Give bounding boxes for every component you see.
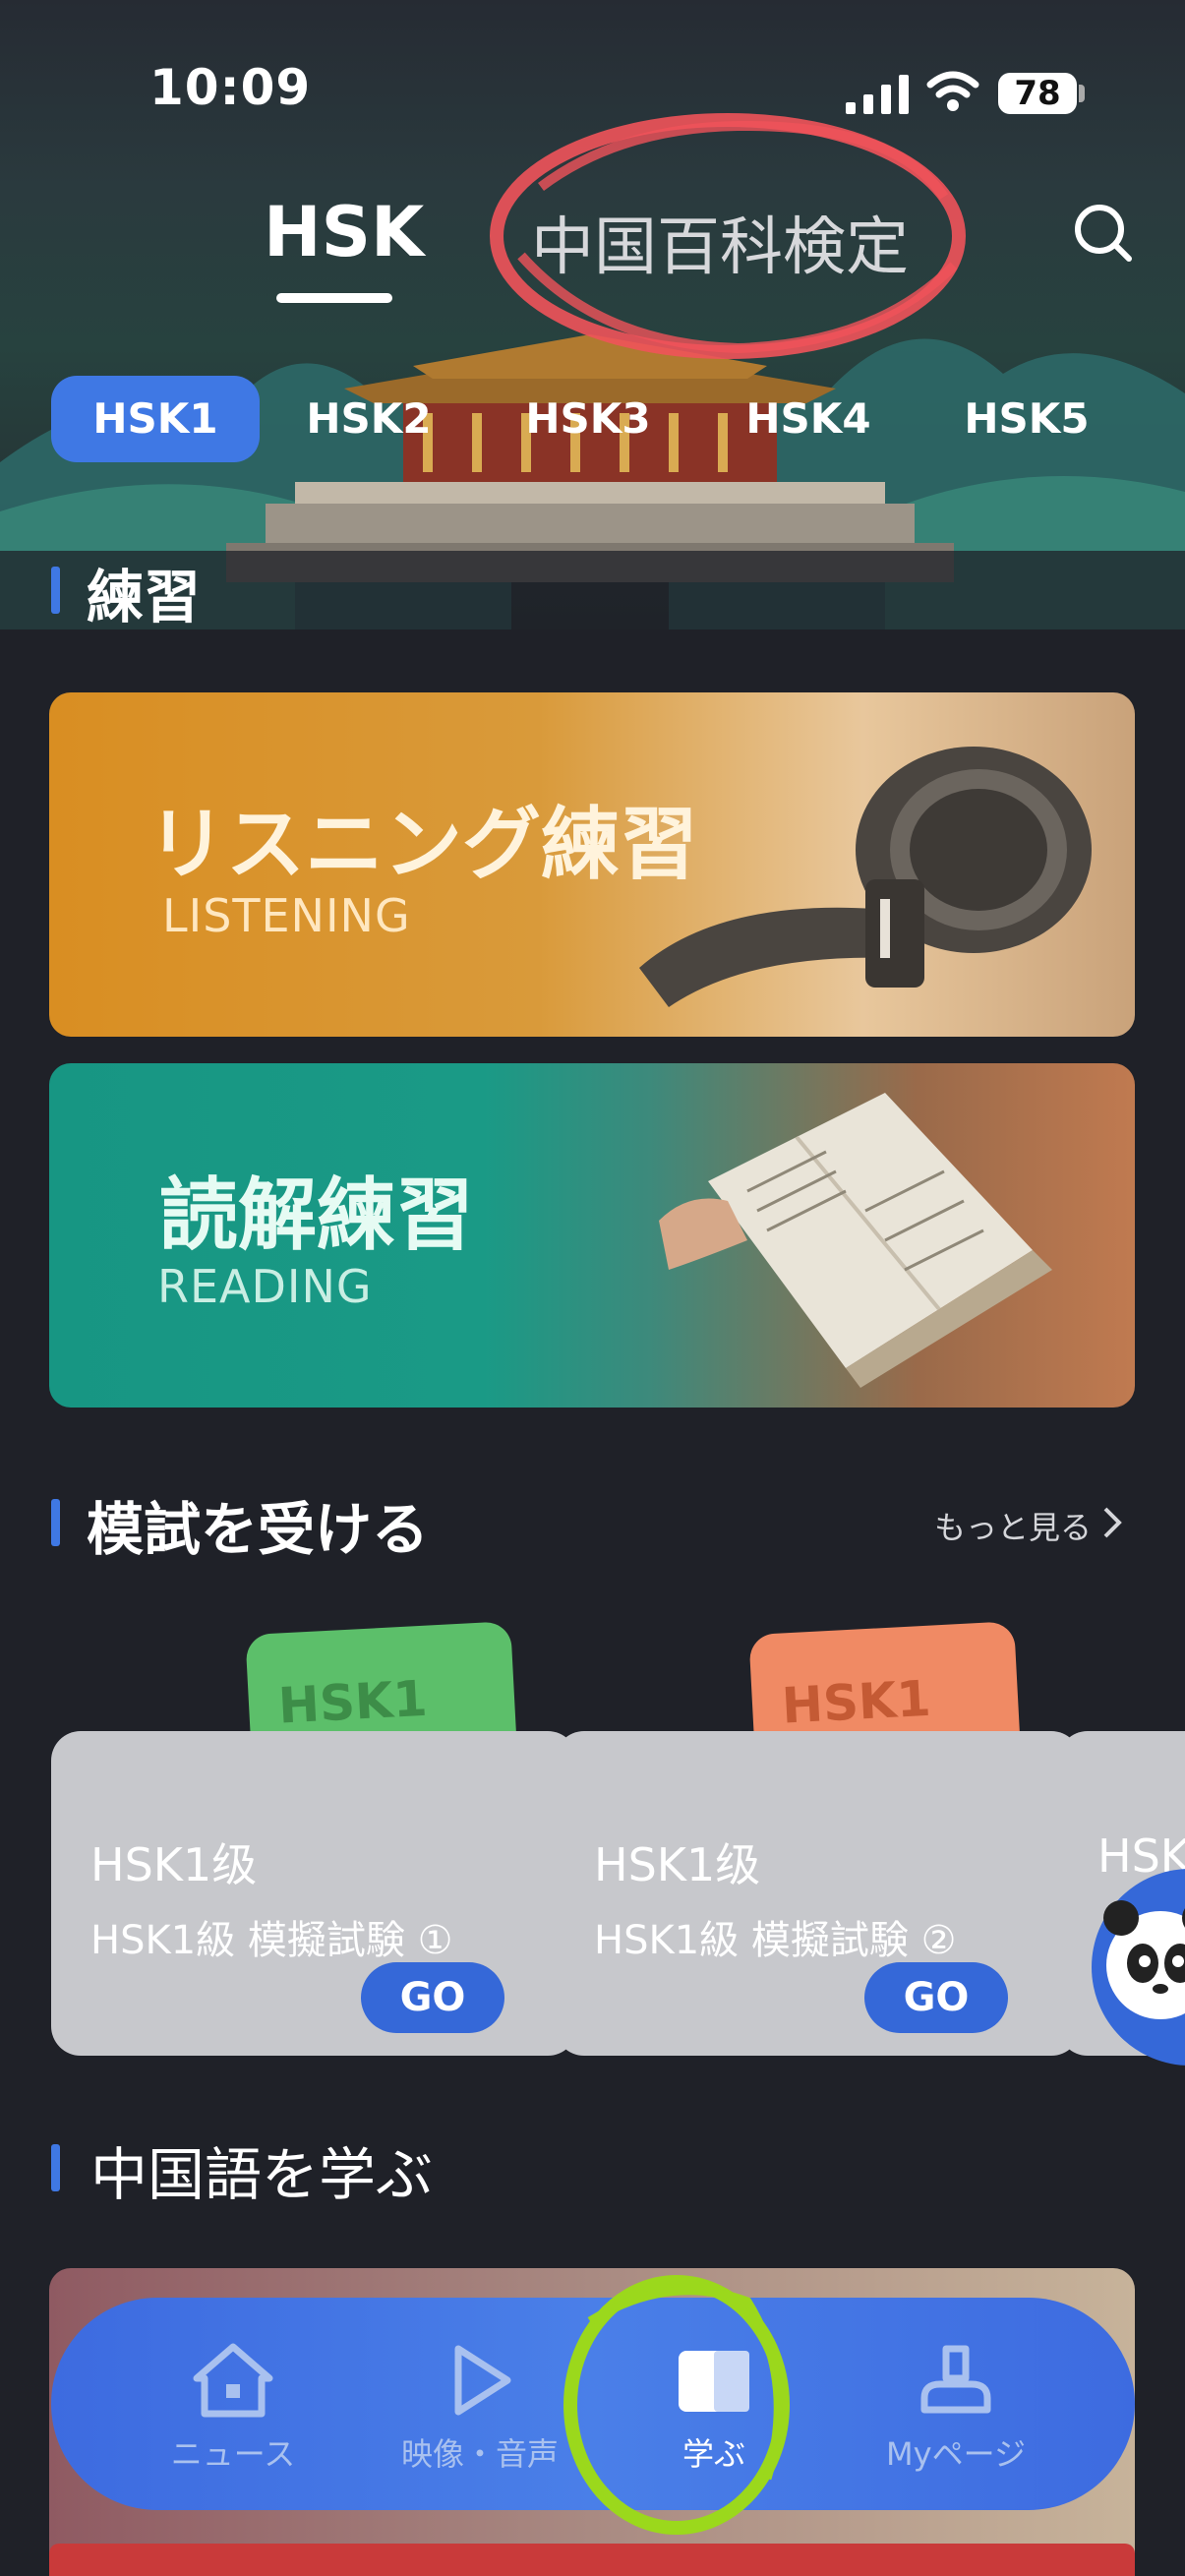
- panda-assistant-button[interactable]: [1092, 1869, 1185, 2066]
- nav-label-news[interactable]: ニュース: [125, 2429, 341, 2475]
- level-chip-hsk2[interactable]: HSK2: [270, 376, 467, 462]
- mock-exam-card-2[interactable]: HSK1 HSK1级 HSK1級 模擬試験 ② GO: [555, 1613, 1081, 2056]
- reading-practice-card[interactable]: 読解練習 READING: [49, 1063, 1135, 1408]
- red-annotation-circle: [490, 113, 966, 359]
- headphones-image: [639, 747, 1092, 1007]
- chevron-right-icon[interactable]: [1101, 1505, 1125, 1540]
- go-button[interactable]: GO: [864, 1962, 1008, 2033]
- home-icon[interactable]: [189, 2341, 277, 2420]
- learn-card-strip: [49, 2544, 1135, 2576]
- exam-level: HSK1级: [90, 1838, 258, 1891]
- exam-card-body: HSK1级 HSK1級 模擬試験 ② GO: [555, 1731, 1081, 2056]
- section-title-mock: 模試を受ける: [87, 1496, 430, 1563]
- exam-book-label: HSK1: [276, 1669, 429, 1735]
- book-image: [659, 1093, 1052, 1388]
- section-title-learn: 中国語を学ぶ: [90, 2141, 434, 2208]
- battery-tip: [1079, 85, 1085, 102]
- exam-name: HSK1級 模擬試験 ②: [594, 1918, 957, 1963]
- level-chip-hsk3[interactable]: HSK3: [490, 376, 686, 462]
- tab-active-indicator: [276, 293, 392, 303]
- nav-label-mypage[interactable]: Myページ: [848, 2429, 1064, 2475]
- exam-level: HSK1级: [594, 1838, 761, 1891]
- reading-subtitle: READING: [157, 1260, 373, 1313]
- listening-subtitle: LISTENING: [162, 889, 411, 942]
- section-title-practice: 練習: [87, 564, 202, 630]
- go-button[interactable]: GO: [361, 1962, 504, 2033]
- level-chip-hsk1[interactable]: HSK1: [51, 376, 260, 462]
- search-icon[interactable]: [1072, 202, 1135, 265]
- status-time: 10:09: [149, 59, 312, 116]
- level-chip-hsk4[interactable]: HSK4: [710, 376, 907, 462]
- mock-exam-card-1[interactable]: HSK1 HSK1级 HSK1級 模擬試験 ① GO: [51, 1613, 577, 2056]
- more-link[interactable]: もっと見る: [934, 1503, 1092, 1548]
- panda-icon: [1103, 1900, 1185, 2019]
- profile-icon[interactable]: [917, 2341, 995, 2420]
- section-marker: [51, 567, 60, 614]
- listening-practice-card[interactable]: リスニング練習 LISTENING: [49, 692, 1135, 1037]
- exam-book-label: HSK1: [780, 1669, 932, 1735]
- section-marker: [51, 2144, 60, 2191]
- level-chip-hsk5[interactable]: HSK5: [928, 376, 1125, 462]
- play-icon[interactable]: [441, 2341, 519, 2420]
- reading-title: 読解練習: [159, 1169, 474, 1261]
- green-annotation-circle: [563, 2275, 790, 2535]
- battery-icon: 78: [998, 73, 1077, 114]
- exam-name: HSK1級 模擬試験 ①: [90, 1918, 453, 1963]
- exam-card-body: HSK1级 HSK1級 模擬試験 ① GO: [51, 1731, 577, 2056]
- section-marker: [51, 1499, 60, 1546]
- tab-hsk[interactable]: HSK: [264, 192, 424, 272]
